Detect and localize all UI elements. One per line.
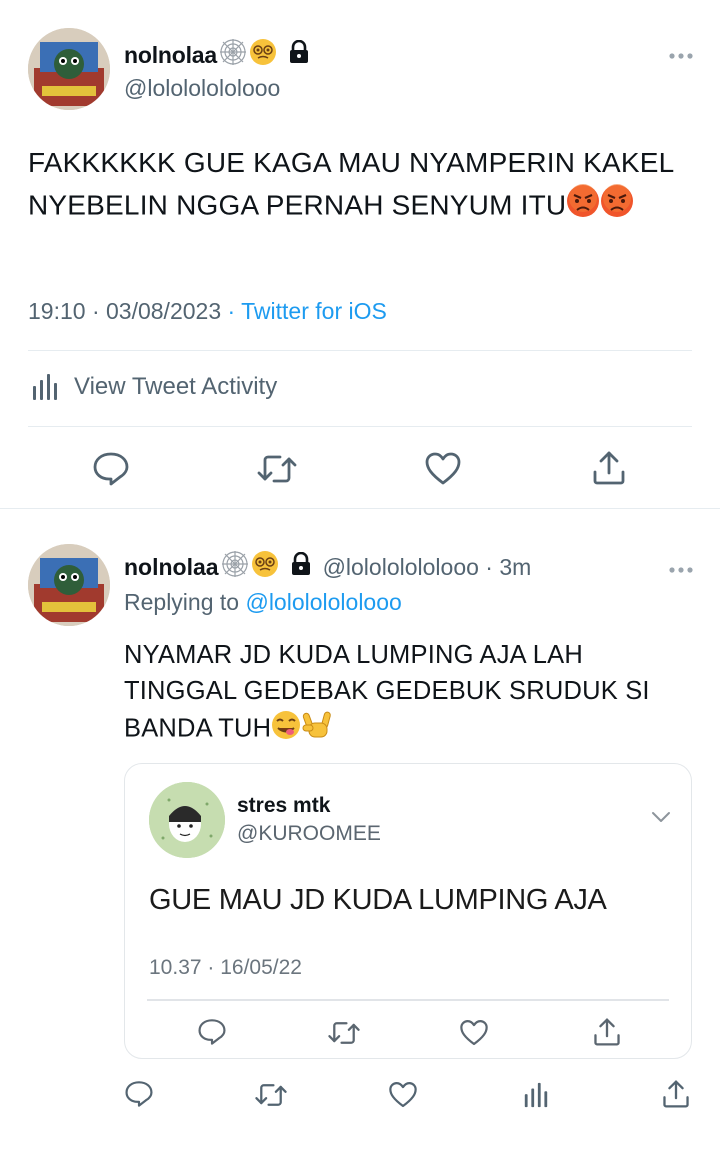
quoted-tweet-time: 10.37 · 16/05/22 bbox=[149, 956, 302, 979]
main-avatar[interactable] bbox=[28, 28, 110, 110]
quoted-handle[interactable]: @KUROOMEE bbox=[237, 822, 381, 846]
retweet-icon bbox=[254, 1082, 288, 1108]
tweet-timestamp[interactable]: 19:10 · 03/08/2023 bbox=[28, 298, 221, 324]
view-tweet-activity-button[interactable]: View Tweet Activity bbox=[30, 372, 277, 402]
tweet-meta: 19:10 · 03/08/2023 · Twitter for iOS bbox=[28, 298, 387, 325]
spider-web-icon bbox=[221, 550, 249, 584]
replying-to-label: Replying to bbox=[124, 589, 240, 615]
analytics-icon bbox=[522, 1081, 550, 1109]
retweet-icon bbox=[327, 1020, 361, 1046]
quoted-share-button[interactable] bbox=[593, 1017, 621, 1047]
retweet-button[interactable] bbox=[256, 453, 298, 485]
reply-retweet-button[interactable] bbox=[254, 1082, 288, 1108]
quoted-display-name[interactable]: stres mtk bbox=[237, 794, 330, 818]
quoted-tweet-card[interactable]: stres mtk @KUROOMEE GUE MAU JD KUDA LUMP… bbox=[124, 763, 692, 1059]
like-icon bbox=[424, 452, 462, 486]
chevron-down-icon[interactable] bbox=[651, 810, 671, 828]
reply-icon bbox=[124, 1080, 154, 1108]
yum-face-icon bbox=[271, 710, 301, 750]
rock-hand-icon bbox=[301, 709, 333, 751]
tweet-divider bbox=[0, 508, 720, 509]
quoted-divider bbox=[147, 999, 669, 1001]
like-icon bbox=[459, 1019, 489, 1047]
angry-face-icon bbox=[600, 184, 634, 230]
main-tweet-text: FAKKKKKK GUE KAGA MAU NYAMPERIN KAKEL NY… bbox=[28, 142, 678, 230]
lock-icon bbox=[289, 39, 309, 70]
reply-share-button[interactable] bbox=[662, 1079, 690, 1109]
share-button[interactable] bbox=[592, 450, 626, 486]
reply-icon bbox=[197, 1018, 227, 1046]
meta-separator: · bbox=[221, 298, 242, 324]
main-display-name[interactable]: nolnolaa bbox=[124, 42, 217, 69]
reply-like-button[interactable] bbox=[388, 1081, 418, 1109]
woozy-face-icon bbox=[251, 550, 279, 584]
main-display-name-row: nolnolaa bbox=[124, 38, 309, 72]
share-icon bbox=[593, 1017, 621, 1047]
more-options-icon[interactable] bbox=[668, 48, 694, 66]
reply-reply-button[interactable] bbox=[124, 1080, 154, 1108]
main-handle[interactable]: @lolololololooo bbox=[124, 75, 280, 102]
reply-display-name[interactable]: nolnolaa bbox=[124, 554, 219, 581]
quoted-avatar[interactable] bbox=[149, 782, 225, 858]
divider bbox=[28, 426, 692, 427]
retweet-icon bbox=[256, 453, 298, 485]
reply-button[interactable] bbox=[92, 451, 130, 487]
quoted-reply-button[interactable] bbox=[197, 1018, 227, 1046]
spider-web-icon bbox=[219, 38, 247, 72]
reply-avatar[interactable] bbox=[28, 544, 110, 626]
reply-tweet-body: NYAMAR JD KUDA LUMPING AJA LAH TINGGAL G… bbox=[124, 641, 650, 743]
share-icon bbox=[662, 1079, 690, 1109]
divider bbox=[28, 350, 692, 351]
reply-tweet-text: NYAMAR JD KUDA LUMPING AJA LAH TINGGAL G… bbox=[124, 637, 684, 751]
more-options-icon[interactable] bbox=[668, 562, 694, 580]
lock-icon bbox=[291, 551, 311, 582]
view-tweet-activity-label: View Tweet Activity bbox=[74, 373, 278, 400]
replying-to-link[interactable]: @lolololololooo bbox=[245, 589, 401, 615]
quoted-tweet-text: GUE MAU JD KUDA LUMPING AJA bbox=[149, 884, 607, 916]
reply-handle-time[interactable]: @lolololololooo · 3m bbox=[323, 554, 532, 581]
tweet-source-link[interactable]: Twitter for iOS bbox=[241, 298, 387, 324]
reply-analytics-button[interactable] bbox=[522, 1081, 550, 1109]
share-icon bbox=[592, 450, 626, 486]
reply-header: nolnolaa @lolololololooo · 3m bbox=[124, 550, 531, 584]
woozy-face-icon bbox=[249, 38, 277, 72]
quoted-like-button[interactable] bbox=[459, 1019, 489, 1047]
analytics-icon bbox=[30, 372, 60, 402]
replying-to: Replying to @lolololololooo bbox=[124, 589, 402, 616]
like-icon bbox=[388, 1081, 418, 1109]
quoted-retweet-button[interactable] bbox=[327, 1020, 361, 1046]
angry-face-icon bbox=[566, 184, 600, 230]
reply-icon bbox=[92, 451, 130, 487]
like-button[interactable] bbox=[424, 452, 462, 486]
